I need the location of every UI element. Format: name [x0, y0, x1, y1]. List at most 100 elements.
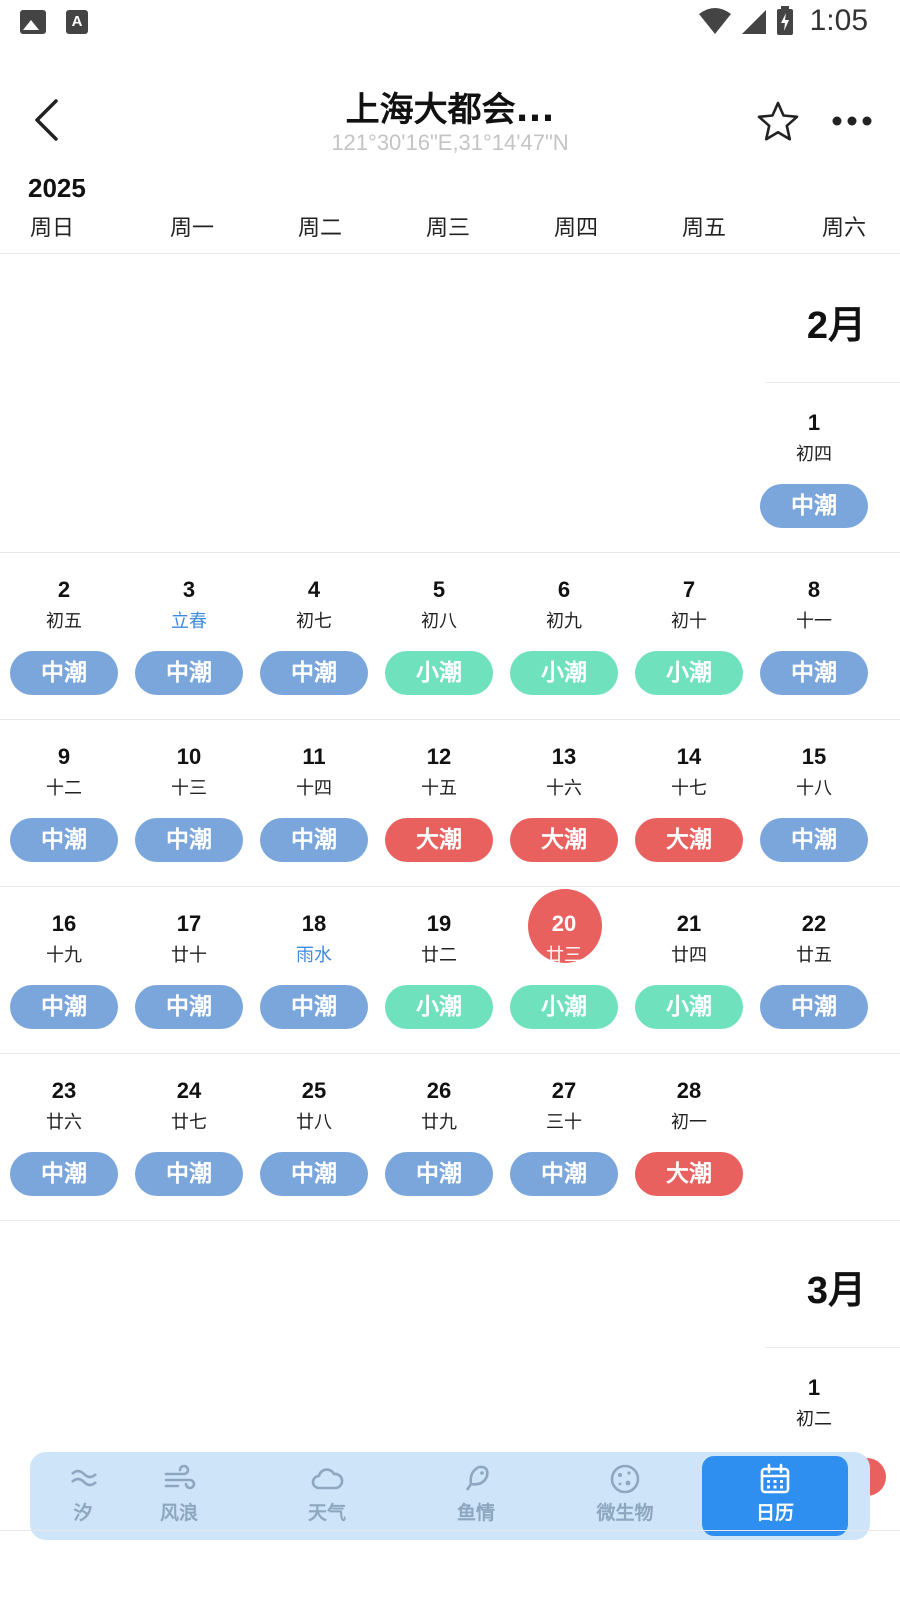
lunar-date: 十四	[296, 778, 332, 799]
day-cell[interactable]: 28 初一 大潮	[625, 1078, 753, 1248]
day-cell[interactable]: 16 十九 中潮	[0, 911, 128, 1081]
back-button[interactable]	[28, 98, 68, 142]
nav-wind[interactable]: 风浪	[106, 1456, 252, 1536]
day-number: 8	[807, 577, 821, 602]
day-cell[interactable]: 10 十三 中潮	[125, 744, 253, 914]
tide-badge: 中潮	[760, 484, 868, 528]
day-number: 1	[807, 1375, 821, 1400]
nav-wind-label: 风浪	[159, 1502, 198, 1524]
day-number: 22	[801, 911, 827, 936]
wifi-icon	[698, 8, 731, 34]
day-cell[interactable]: 27 三十中潮	[500, 1078, 628, 1248]
tide-badge: 小潮	[510, 651, 618, 695]
favorite-button[interactable]	[756, 100, 800, 144]
lunar-date: 十六	[546, 778, 582, 799]
day-cell[interactable]: 18 雨水 中潮	[250, 911, 378, 1081]
day-cell[interactable]: 4 初七 中潮	[250, 577, 378, 747]
day-number: 24	[176, 1078, 202, 1103]
wind-icon	[164, 1464, 196, 1490]
month-label: 3月	[806, 1270, 866, 1312]
tide-badge: 大潮	[635, 1152, 743, 1196]
tide-badge: 小潮	[635, 985, 743, 1029]
day-cell-today[interactable]: 20 廿三 小潮	[500, 889, 628, 1081]
day-cell[interactable]: 2 初五 中潮	[0, 577, 128, 747]
day-cell[interactable]: 17 廿十 中潮	[125, 911, 253, 1081]
tide-badge: 中潮	[760, 651, 868, 695]
day-number: 5	[432, 577, 446, 602]
day-cell[interactable]: 6 初九 小潮	[500, 577, 628, 747]
tide-badge: 中潮	[510, 1152, 618, 1196]
tide-badge: 大潮	[385, 818, 493, 862]
star-icon	[757, 101, 799, 141]
lunar-date: 廿二	[421, 945, 457, 966]
cloud-icon	[311, 1468, 344, 1490]
day-number: 4	[307, 577, 321, 602]
lunar-date: 初十	[671, 611, 707, 632]
day-cell[interactable]: 15 十八 中潮	[750, 744, 878, 914]
more-button[interactable]	[830, 106, 874, 136]
chevron-left-icon	[35, 99, 58, 141]
divider	[766, 382, 900, 383]
day-cell[interactable]: 3 立春 中潮	[125, 577, 253, 747]
day-number: 1	[807, 410, 821, 435]
day-cell[interactable]: 23 廿六 中潮	[0, 1078, 128, 1248]
day-cell[interactable]: 14 十七大潮	[625, 744, 753, 914]
solar-term-label: 立春	[171, 611, 207, 632]
day-number: 9	[57, 744, 71, 769]
day-cell[interactable]: 25 廿八 中潮	[250, 1078, 378, 1248]
tide-badge: 中潮	[10, 818, 118, 862]
day-cell[interactable]: 22 廿五 中潮	[750, 911, 878, 1081]
day-cell[interactable]: 7 初十 小潮	[625, 577, 753, 747]
day-number: 27	[551, 1078, 577, 1103]
day-cell[interactable]: 9 十二 中潮	[0, 744, 128, 914]
day-number: 3	[182, 577, 196, 602]
page-title: 上海大都会...	[345, 90, 555, 130]
day-cell[interactable]: 8 十一中潮	[750, 577, 878, 747]
day-number: 14	[676, 744, 702, 769]
tide-badge: 中潮	[10, 1152, 118, 1196]
nav-weather[interactable]: 天气	[254, 1456, 400, 1536]
day-number: 25	[301, 1078, 327, 1103]
day-cell[interactable]: 21 廿四小潮	[625, 911, 753, 1081]
lunar-date: 十七	[671, 778, 707, 799]
divider	[0, 1220, 900, 1221]
day-number: 20	[551, 911, 577, 936]
tide-badge: 中潮	[260, 651, 368, 695]
divider	[766, 1347, 900, 1348]
weekday-tue: 周二	[297, 216, 342, 241]
day-number: 7	[682, 577, 696, 602]
day-number: 21	[676, 911, 702, 936]
lunar-date: 十一	[796, 611, 832, 632]
day-cell[interactable]: 24 廿七 中潮	[125, 1078, 253, 1248]
lunar-date: 初九	[546, 611, 582, 632]
tide-badge: 中潮	[10, 651, 118, 695]
weekday-header: 周日 周一 周二 周三 周四 周五 周六	[0, 210, 900, 254]
weekday-wed: 周三	[425, 216, 470, 241]
nav-microbe[interactable]: 微生物	[552, 1456, 698, 1536]
status-time: 1:05	[809, 4, 868, 37]
nav-fish[interactable]: 鱼情	[403, 1456, 549, 1536]
lunar-date: 廿四	[671, 945, 707, 966]
tide-badge: 大潮	[635, 818, 743, 862]
nav-calendar-label: 日历	[755, 1502, 794, 1524]
day-cell[interactable]: 1 初四 中潮	[750, 410, 878, 580]
nav-microbe-label: 微生物	[596, 1502, 654, 1524]
tide-badge: 中潮	[385, 1152, 493, 1196]
tide-badge: 中潮	[260, 985, 368, 1029]
day-cell[interactable]: 5 初八 小潮	[375, 577, 503, 747]
divider	[0, 552, 900, 553]
day-number: 18	[301, 911, 327, 936]
day-cell[interactable]: 11 十四 中潮	[250, 744, 378, 914]
tide-badge: 中潮	[135, 1152, 243, 1196]
lunar-date: 三十	[546, 1112, 582, 1133]
day-cell[interactable]: 26 廿九 中潮	[375, 1078, 503, 1248]
status-notifications: A	[20, 10, 88, 34]
lunar-date: 初二	[796, 1409, 832, 1430]
status-bar: A 1:05	[0, 0, 900, 48]
lunar-date: 初一	[671, 1112, 707, 1133]
day-number: 26	[426, 1078, 452, 1103]
nav-calendar[interactable]: 日历	[702, 1456, 848, 1536]
day-cell[interactable]: 12 十五 大潮	[375, 744, 503, 914]
tide-badge: 小潮	[510, 985, 618, 1029]
day-cell[interactable]: 19 廿二 小潮	[375, 911, 503, 1081]
